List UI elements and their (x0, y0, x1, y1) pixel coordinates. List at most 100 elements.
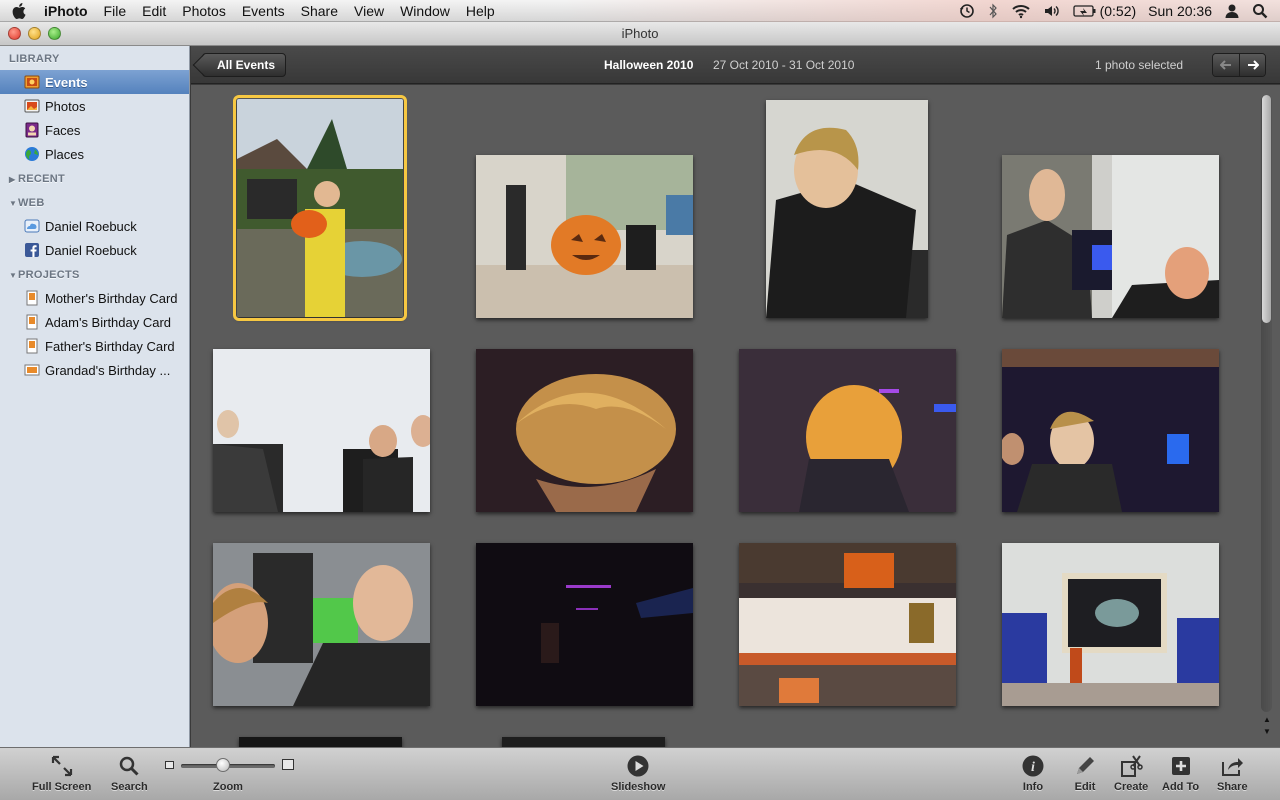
all-events-back-button[interactable]: All Events (202, 53, 287, 77)
apple-menu[interactable] (0, 2, 38, 19)
scroll-down-arrow-icon[interactable]: ▼ (1262, 727, 1272, 737)
volume-icon[interactable] (1043, 3, 1061, 19)
sidebar-item-places[interactable]: Places (0, 142, 189, 166)
photo-thumbnail[interactable] (502, 737, 665, 747)
menu-file[interactable]: File (96, 0, 135, 22)
sidebar-item-label: Daniel Roebuck (45, 242, 137, 258)
search-button[interactable]: Search (111, 753, 148, 793)
full-screen-label: Full Screen (32, 781, 92, 793)
minimize-window-button[interactable] (28, 27, 41, 40)
pencil-edit-icon (1072, 753, 1098, 779)
photo-thumbnail[interactable] (476, 543, 693, 706)
bottom-toolbar: Full Screen Search Zoom Slideshow i Info… (0, 747, 1280, 800)
menu-app-iphoto[interactable]: iPhoto (38, 0, 96, 22)
battery-time[interactable]: (0:52) (1100, 3, 1137, 19)
photo-thumbnail[interactable] (239, 737, 402, 747)
section-recent[interactable]: ▶ RECENT (0, 166, 189, 190)
menu-share[interactable]: Share (293, 0, 346, 22)
previous-event-button[interactable] (1213, 54, 1239, 76)
bluetooth-icon[interactable] (987, 3, 999, 19)
photo-thumbnail[interactable] (476, 155, 693, 318)
next-event-button[interactable] (1239, 54, 1265, 76)
disclosure-right-icon[interactable]: ▶ (9, 175, 18, 184)
edit-button[interactable]: Edit (1072, 753, 1098, 793)
zoom-large-photo-icon[interactable] (282, 759, 294, 770)
slideshow-button[interactable]: Slideshow (611, 753, 665, 793)
edit-label: Edit (1074, 781, 1096, 793)
source-list-sidebar: LIBRARY Events Photos Faces Places ▶ RECE… (0, 46, 190, 747)
zoom-slider[interactable] (163, 758, 298, 772)
sidebar-item-facebook[interactable]: Daniel Roebuck (0, 238, 189, 262)
add-to-label: Add To (1162, 781, 1200, 793)
photo-thumbnail[interactable] (739, 349, 956, 512)
svg-text:i: i (1031, 760, 1035, 775)
sidebar-item-project-grandads-card[interactable]: Grandad's Birthday ... (0, 358, 189, 382)
section-library: LIBRARY (9, 53, 60, 65)
zoom-window-button[interactable] (48, 27, 61, 40)
menubar-status-area: (0:52) Sun 20:36 (953, 0, 1280, 22)
all-events-label: All Events (217, 58, 276, 72)
photo-thumbnail[interactable] (476, 349, 693, 512)
section-web[interactable]: ▼WEB (0, 190, 189, 214)
sidebar-item-label: Daniel Roebuck (45, 218, 137, 234)
menu-photos[interactable]: Photos (174, 0, 234, 22)
window-controls (8, 27, 61, 40)
event-date-range: 27 Oct 2010 - 31 Oct 2010 (713, 58, 855, 72)
sidebar-item-project-adams-card[interactable]: Adam's Birthday Card (0, 310, 189, 334)
section-projects[interactable]: ▼PROJECTS (0, 262, 189, 286)
photo-thumbnail[interactable] (213, 543, 430, 706)
disclosure-down-icon[interactable]: ▼ (9, 199, 18, 208)
time-machine-icon[interactable] (959, 3, 975, 19)
photo-thumbnail[interactable] (1002, 543, 1219, 706)
full-screen-button[interactable]: Full Screen (32, 753, 91, 793)
create-button[interactable]: Create (1114, 753, 1148, 793)
user-icon[interactable] (1224, 3, 1240, 19)
menu-window[interactable]: Window (392, 0, 458, 22)
photo-thumbnail[interactable] (213, 349, 430, 512)
sidebar-item-web-gallery[interactable]: Daniel Roebuck (0, 214, 189, 238)
info-label: Info (1022, 781, 1044, 793)
photo-thumbnail[interactable] (739, 543, 956, 706)
share-button[interactable]: Share (1217, 753, 1248, 793)
photo-grid[interactable] (191, 85, 1254, 747)
scroll-thumb[interactable] (1262, 95, 1271, 323)
sidebar-item-project-fathers-card[interactable]: Father's Birthday Card (0, 334, 189, 358)
photo-thumbnail[interactable] (1002, 155, 1219, 318)
menu-help[interactable]: Help (458, 0, 503, 22)
disclosure-down-icon[interactable]: ▼ (9, 271, 18, 280)
window-title: iPhoto (621, 26, 659, 41)
close-window-button[interactable] (8, 27, 21, 40)
sidebar-item-project-mothers-card[interactable]: Mother's Birthday Card (0, 286, 189, 310)
zoom-slider-knob[interactable] (216, 758, 231, 772)
sidebar-item-photos[interactable]: Photos (0, 94, 189, 118)
photo-thumbnail[interactable] (766, 100, 928, 318)
menu-events[interactable]: Events (234, 0, 293, 22)
sidebar-item-label: Adam's Birthday Card (45, 314, 172, 330)
faces-icon (24, 122, 40, 138)
wifi-icon[interactable] (1011, 3, 1031, 19)
sidebar-item-faces[interactable]: Faces (0, 118, 189, 142)
section-projects-label: PROJECTS (18, 269, 80, 281)
full-screen-icon (49, 753, 75, 779)
scroll-up-arrow-icon[interactable]: ▲ (1262, 715, 1272, 725)
info-button[interactable]: i Info (1020, 753, 1046, 793)
photo-thumbnail[interactable] (233, 95, 407, 321)
window-title-bar[interactable]: iPhoto (0, 22, 1280, 46)
battery-icon[interactable] (1072, 4, 1097, 18)
spotlight-search-icon[interactable] (1252, 3, 1268, 19)
event-header-bar: All Events Halloween 2010 27 Oct 2010 - … (191, 46, 1280, 84)
sidebar-item-label: Father's Birthday Card (45, 338, 175, 354)
search-label: Search (111, 781, 148, 793)
sidebar-item-events[interactable]: Events (0, 70, 189, 94)
event-title: Halloween 2010 (604, 58, 694, 72)
menu-view[interactable]: View (346, 0, 392, 22)
sidebar-item-label: Grandad's Birthday ... (45, 362, 171, 378)
photo-grid-scrollbar[interactable]: ▲ ▼ (1254, 85, 1280, 747)
menubar-clock[interactable]: Sun 20:36 (1148, 3, 1212, 19)
zoom-label-wrap: Zoom (213, 779, 243, 793)
sidebar-item-label: Places (45, 146, 85, 162)
menu-edit[interactable]: Edit (134, 0, 174, 22)
photo-thumbnail[interactable] (1002, 349, 1219, 512)
add-to-button[interactable]: Add To (1162, 753, 1199, 793)
zoom-small-photo-icon[interactable] (165, 761, 174, 769)
